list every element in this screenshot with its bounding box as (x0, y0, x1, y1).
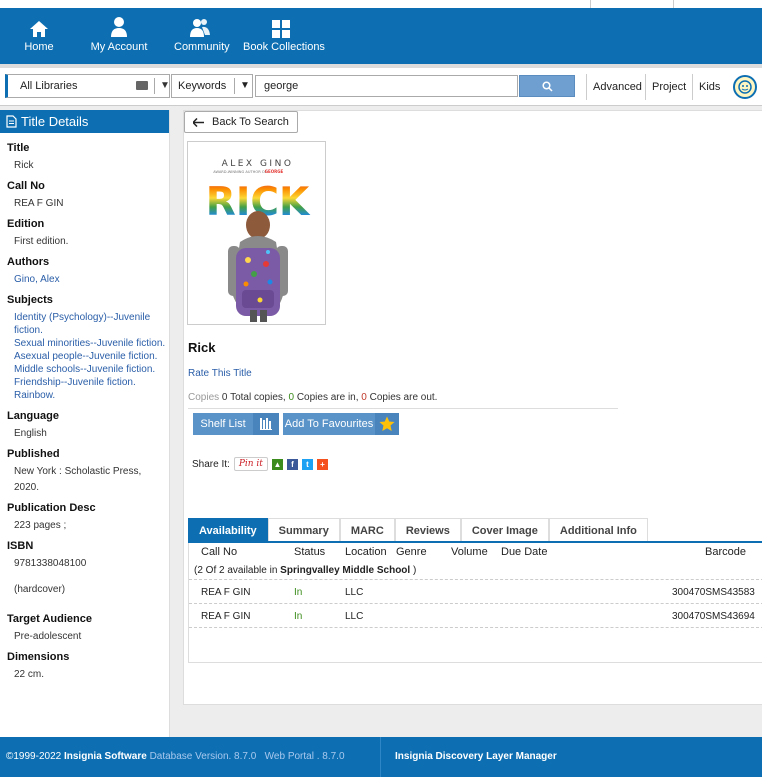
search-field-select[interactable]: Keywords ▼ (171, 74, 253, 98)
kids-link[interactable]: Kids (692, 74, 726, 100)
pubdesc-value: 223 pages ; (14, 520, 67, 531)
divider (188, 408, 618, 409)
keyboard-icon (136, 81, 148, 90)
pinterest-button[interactable]: Pin it (233, 457, 268, 471)
language-label: Language (7, 410, 59, 422)
home-icon (20, 12, 58, 38)
shelf-list-button[interactable]: Shelf List (193, 413, 279, 435)
search-button[interactable] (519, 75, 575, 97)
kids-logo-icon[interactable] (733, 75, 757, 99)
col-genre: Genre (396, 546, 427, 558)
table-divider (189, 627, 762, 628)
book-title: Rick (188, 340, 216, 355)
published-label: Published (7, 448, 60, 460)
advanced-search-link[interactable]: Advanced (586, 74, 648, 100)
subject-link[interactable]: Friendship--Juvenile fiction. (14, 376, 169, 389)
table-row[interactable]: REA F GIN In LLC 300470SMS43694 (189, 603, 762, 627)
footer: ©1999-2022 Insignia Software Database Ve… (0, 737, 762, 777)
availability-note: (2 Of 2 available in Springvalley Middle… (194, 565, 417, 576)
audience-value: Pre-adolescent (14, 631, 82, 642)
dimensions-value: 22 cm. (14, 669, 45, 680)
share-row: Share It: Pin it ▲ f t + (192, 457, 328, 471)
grid-icon (243, 12, 319, 38)
footer-copyright: ©1999-2022 Insignia Software Database Ve… (6, 751, 345, 762)
back-to-search-button[interactable]: Back To Search (184, 111, 298, 133)
arrow-left-icon (193, 117, 204, 127)
dropdown-arrow-icon[interactable]: ▼ (234, 78, 250, 94)
search-bar: All Libraries ▼ Keywords ▼ Advanced Proj… (0, 68, 762, 106)
subject-link[interactable]: Middle schools--Juvenile fiction. (14, 363, 169, 376)
library-select[interactable]: All Libraries ▼ (5, 74, 170, 98)
col-due-date: Due Date (501, 546, 548, 558)
rate-title-link[interactable]: Rate This Title (188, 368, 252, 379)
search-input[interactable] (255, 75, 518, 97)
more-share-icon[interactable]: + (316, 458, 328, 470)
subject-link[interactable]: Sexual minorities--Juvenile fiction. (14, 337, 169, 350)
tab-marc[interactable]: MARC (339, 518, 395, 542)
star-icon (375, 413, 399, 435)
edition-value: First edition. (14, 236, 69, 247)
col-volume: Volume (451, 546, 488, 558)
document-icon (6, 115, 17, 128)
search-icon (541, 80, 553, 92)
project-link[interactable]: Project (645, 74, 692, 100)
table-row[interactable]: REA F GIN In LLC 300470SMS43583 (189, 579, 762, 603)
title-label: Title (7, 142, 30, 154)
nav-home[interactable]: Home (20, 12, 58, 53)
shelf-list-icon (253, 413, 279, 435)
book-cover-image: ALEX GINO AWARD-WINNING AUTHOR OF GEORGE… (187, 141, 326, 325)
cover-tagline-book: GEORGE (265, 169, 284, 174)
subject-link[interactable]: Asexual people--Juvenile fiction. (14, 350, 169, 363)
col-barcode: Barcode (705, 546, 746, 558)
dimensions-label: Dimensions (7, 651, 70, 663)
main-nav: Home My Account Community Book Collectio… (0, 8, 762, 64)
col-location: Location (345, 546, 387, 558)
nav-community[interactable]: Community (174, 12, 230, 53)
top-strip (0, 0, 762, 8)
callno-label: Call No (7, 180, 45, 192)
tab-additional-info[interactable]: Additional Info (548, 518, 648, 542)
isbn-value: 9781338048100 (14, 558, 87, 569)
footer-product-name: Insignia Discovery Layer Manager (395, 751, 557, 762)
copies-summary: Copies 0 Total copies, 0 Copies are in, … (188, 392, 438, 403)
cover-tagline: AWARD-WINNING AUTHOR OF (213, 170, 267, 174)
audience-label: Target Audience (7, 613, 92, 625)
detail-tabs: Availability Summary MARC Reviews Cover … (188, 518, 648, 542)
nav-book-collections[interactable]: Book Collections (243, 12, 325, 53)
title-value: Rick (14, 160, 34, 171)
user-icon (90, 12, 148, 38)
subject-link[interactable]: fiction. (14, 324, 169, 337)
author-link[interactable]: Gino, Alex (14, 273, 169, 286)
nav-my-account[interactable]: My Account (90, 12, 148, 53)
published-year: 2020. (14, 482, 40, 493)
tab-availability[interactable]: Availability (188, 518, 268, 542)
classroom-share-icon[interactable]: ▲ (271, 458, 283, 470)
dropdown-arrow-icon[interactable]: ▼ (154, 78, 170, 94)
tab-summary[interactable]: Summary (267, 518, 340, 542)
subject-link[interactable]: Identity (Psychology)--Juvenile (14, 311, 169, 324)
edition-label: Edition (7, 218, 45, 230)
cover-author: ALEX GINO (222, 159, 294, 169)
col-status: Status (294, 546, 326, 558)
title-detail-panel: Back To Search ALEX GINO AWARD-WINNING A… (183, 110, 762, 705)
facebook-icon[interactable]: f (286, 458, 298, 470)
authors-label: Authors (7, 256, 50, 268)
tab-cover-image[interactable]: Cover Image (460, 518, 549, 542)
add-to-favourites-button[interactable]: Add To Favourites (283, 413, 399, 435)
tab-reviews[interactable]: Reviews (394, 518, 461, 542)
pubdesc-label: Publication Desc (7, 502, 96, 514)
subject-link[interactable]: Rainbow. (14, 389, 169, 402)
col-callno: Call No (201, 546, 238, 558)
availability-table: Call No Status Location Genre Volume Due… (188, 543, 762, 663)
isbn-note: (hardcover) (14, 584, 66, 595)
title-details-sidebar: Title Details Title Rick Call No REA F G… (0, 110, 170, 737)
sidebar-heading: Title Details (0, 110, 169, 133)
subjects-label: Subjects (7, 294, 53, 306)
published-value: New York : Scholastic Press, (14, 466, 142, 477)
callno-value: REA F GIN (14, 198, 64, 209)
language-value: English (14, 428, 47, 439)
twitter-icon[interactable]: t (301, 458, 313, 470)
community-icon (174, 12, 226, 38)
isbn-label: ISBN (7, 540, 34, 552)
